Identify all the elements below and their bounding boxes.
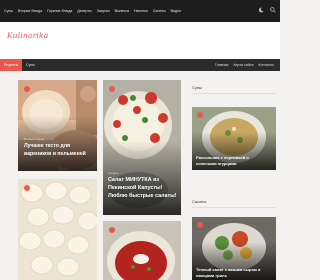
sidebar-card-soup[interactable]: Рассольник с перловкой и солеными огурца…	[192, 107, 276, 170]
sidebar-section-title: Салаты	[192, 199, 207, 204]
card-title-line2[interactable]: вареников и пельменей	[24, 151, 86, 158]
topbar-icons	[258, 7, 276, 13]
top-navigation: Супы Вторые блюда Горячие блюда Десерты Заку…	[4, 0, 181, 22]
category-navigation: Рецепты Супы Главная Карта сайта Контакты	[0, 59, 280, 71]
topnav-item[interactable]: Закуски	[97, 9, 110, 13]
moon-icon[interactable]	[258, 7, 264, 13]
site-header	[0, 22, 280, 59]
sidebar-card-salad[interactable]: Теплый салат с козьим сыром и овощами гр…	[192, 217, 276, 280]
top-bar: Супы Вторые блюда Горячие блюда Десерты Заку…	[0, 0, 280, 22]
topnav-item[interactable]: Вторые блюда	[18, 9, 42, 13]
topnav-item[interactable]: Супы	[4, 9, 13, 13]
secondary-links: Главная Карта сайта Контакты	[215, 59, 274, 71]
post-card-dough[interactable]: Вторые блюда Лучшее тесто для вареников …	[18, 80, 97, 171]
card-title-line1[interactable]: Салат МИНУТКА из	[108, 177, 159, 184]
card-badge	[197, 222, 203, 228]
sidebar-card-title-line1[interactable]: Рассольник с перловкой и	[196, 155, 249, 160]
divider	[192, 207, 276, 208]
divider	[192, 93, 276, 94]
sidebar-card-title-line2[interactable]: овощами гриль	[196, 273, 227, 278]
topnav-item[interactable]: Десерты	[77, 9, 91, 13]
post-card-salad[interactable]: Салаты Салат МИНУТКА из Пекинской Капуст…	[103, 80, 181, 215]
card-title-line1[interactable]: Лучшее тесто для	[24, 143, 70, 150]
search-icon[interactable]	[270, 7, 276, 13]
topnav-item[interactable]: Выпечка	[115, 9, 129, 13]
post-card-borscht[interactable]	[103, 221, 181, 280]
card-meta: Салаты	[108, 171, 119, 175]
card-badge	[109, 86, 115, 92]
category-active-tab[interactable]: Рецепты	[0, 59, 22, 71]
secondary-link[interactable]: Карта сайта	[233, 63, 253, 67]
sidebar-card-title-line1[interactable]: Теплый салат с козьим сыром и	[196, 267, 260, 272]
card-badge	[24, 86, 30, 92]
topnav-item[interactable]: Видео	[171, 9, 182, 13]
dumplings-photo	[18, 179, 97, 280]
card-badge	[109, 227, 115, 233]
category-tab-soups[interactable]: Супы	[26, 59, 35, 71]
card-meta: Вторые блюда	[24, 137, 45, 141]
card-badge	[197, 112, 203, 118]
sidebar-section-title: Супы	[192, 85, 202, 90]
sidebar-card-title-line2[interactable]: солеными огурцами	[196, 161, 237, 166]
card-badge	[24, 185, 30, 191]
secondary-link[interactable]: Контакты	[258, 63, 274, 67]
topnav-item[interactable]: Салаты	[153, 9, 166, 13]
post-card-dumplings[interactable]	[18, 179, 97, 280]
card-title-line3[interactable]: Люблю быстрые салаты!	[108, 193, 177, 200]
sidebar: Супы Рассольник с перловкой и солеными о…	[186, 80, 280, 280]
topnav-item[interactable]: Напитки	[134, 9, 148, 13]
topnav-item[interactable]: Горячие блюда	[47, 9, 72, 13]
site-logo[interactable]: Kulinarika	[7, 31, 48, 40]
secondary-link[interactable]: Главная	[215, 63, 229, 67]
card-title-line2[interactable]: Пекинской Капусты!	[108, 185, 162, 192]
